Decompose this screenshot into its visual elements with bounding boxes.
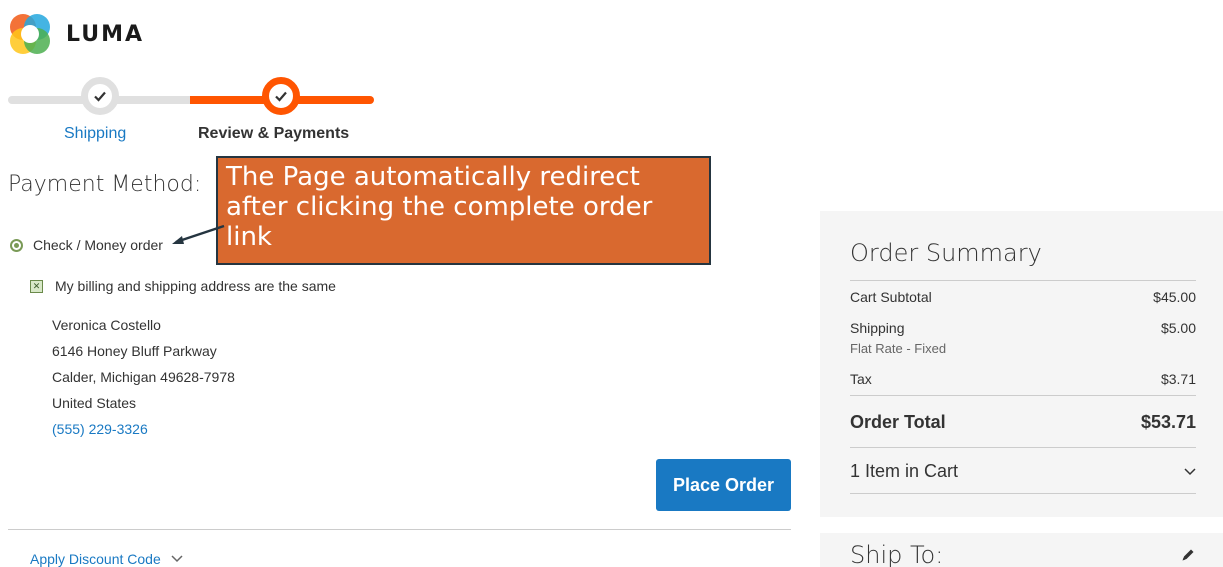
cart-subtotal-row: Cart Subtotal $45.00 xyxy=(850,289,1196,305)
divider xyxy=(850,493,1196,494)
shipping-row: Shipping $5.00 xyxy=(850,320,1196,336)
luma-logo-icon xyxy=(8,12,52,56)
step-review-payments-label: Review & Payments xyxy=(198,125,350,142)
chevron-down-icon xyxy=(171,555,183,563)
cart-subtotal-value: $45.00 xyxy=(1153,289,1196,305)
tax-value: $3.71 xyxy=(1160,371,1196,387)
step-shipping-link[interactable]: Shipping xyxy=(64,125,126,143)
annotation-callout: The Page automatically redirect after cl… xyxy=(216,156,711,265)
payment-method-label[interactable]: Check / Money order xyxy=(33,237,163,253)
same-address-label[interactable]: My billing and shipping address are the … xyxy=(55,278,336,294)
cart-subtotal-label: Cart Subtotal xyxy=(850,289,932,305)
shipping-value: $5.00 xyxy=(1160,320,1196,336)
step-shipping-marker[interactable] xyxy=(81,77,119,115)
apply-discount-label[interactable]: Apply Discount Code xyxy=(30,551,161,567)
divider xyxy=(850,280,1196,281)
order-summary-panel: Order Summary Cart Subtotal $45.00 Shipp… xyxy=(820,211,1223,517)
payment-method-title: Payment Method: xyxy=(8,172,202,197)
checkout-progress-bar xyxy=(8,96,374,104)
chevron-down-icon xyxy=(1184,467,1196,475)
luma-logo[interactable]: LUMA xyxy=(8,12,144,56)
address-street: 6146 Honey Bluff Parkway xyxy=(52,343,217,359)
payment-method-option[interactable]: Check / Money order xyxy=(10,237,163,253)
annotation-arrow-icon xyxy=(172,224,225,244)
ship-to-panel: Ship To: xyxy=(820,533,1223,567)
checkbox-checked[interactable]: ✕ xyxy=(30,279,43,293)
address-name: Veronica Costello xyxy=(52,317,161,333)
divider xyxy=(8,529,791,530)
items-in-cart-toggle[interactable]: 1 Item in Cart xyxy=(850,461,1196,482)
pencil-edit-icon[interactable] xyxy=(1180,547,1196,563)
order-total-label: Order Total xyxy=(850,412,946,432)
checkmark-icon xyxy=(90,86,110,106)
divider xyxy=(850,447,1196,448)
items-in-cart-label[interactable]: 1 Item in Cart xyxy=(850,461,958,482)
same-address-option[interactable]: ✕ My billing and shipping address are th… xyxy=(30,278,336,294)
tax-row: Tax $3.71 xyxy=(850,371,1196,387)
order-total-row: Order Total $53.71 xyxy=(850,412,1196,433)
address-city: Calder, Michigan 49628-7978 xyxy=(52,369,235,385)
ship-to-title: Ship To: xyxy=(850,541,944,567)
order-total-value: $53.71 xyxy=(1140,412,1196,432)
address-country: United States xyxy=(52,395,137,411)
step-review-payments-marker xyxy=(262,77,300,115)
apply-discount-toggle[interactable]: Apply Discount Code xyxy=(30,551,183,567)
address-phone-link[interactable]: (555) 229-3326 xyxy=(52,416,235,442)
order-summary-title: Order Summary xyxy=(850,239,1042,267)
tax-label: Tax xyxy=(850,371,872,387)
checkmark-icon xyxy=(271,86,291,106)
radio-button-selected[interactable] xyxy=(10,238,23,252)
divider xyxy=(850,395,1196,396)
place-order-button[interactable]: Place Order xyxy=(656,459,791,511)
shipping-label: Shipping xyxy=(850,320,905,336)
billing-address: Veronica Costello 6146 Honey Bluff Parkw… xyxy=(52,312,235,442)
brand-name: LUMA xyxy=(66,21,145,47)
shipping-method: Flat Rate - Fixed xyxy=(850,341,947,356)
